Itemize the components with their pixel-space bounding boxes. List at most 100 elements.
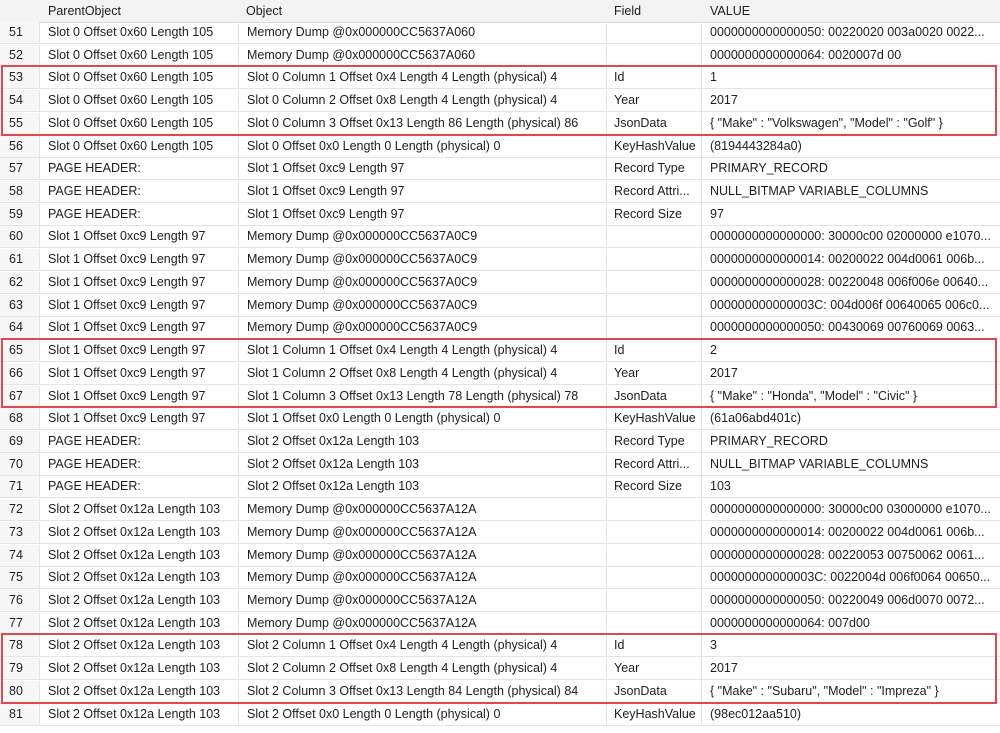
- column-header-object[interactable]: Object: [246, 4, 282, 18]
- object-cell[interactable]: Slot 0 Column 2 Offset 0x8 Length 4 Leng…: [239, 90, 607, 112]
- table-row[interactable]: 77 Slot 2 Offset 0x12a Length 103 Memory D…: [0, 612, 1000, 635]
- object-cell[interactable]: Slot 0 Offset 0x0 Length 0 Length (physi…: [239, 135, 607, 157]
- table-row[interactable]: 73 Slot 2 Offset 0x12a Length 103 Memory D…: [0, 521, 1000, 544]
- table-row[interactable]: 52 Slot 0 Offset 0x60 Length 105 Memory Du…: [0, 44, 1000, 67]
- object-cell[interactable]: Slot 1 Offset 0xc9 Length 97: [239, 181, 607, 203]
- row-number-cell[interactable]: 72: [0, 499, 40, 521]
- value-cell[interactable]: { "Make" : "Volkswagen", "Model" : "Golf…: [702, 113, 992, 134]
- object-cell[interactable]: Memory Dump @0x000000CC5637A060: [239, 44, 607, 66]
- field-cell[interactable]: KeyHashValue: [607, 408, 702, 430]
- parentobject-cell[interactable]: PAGE HEADER:: [40, 453, 239, 475]
- row-number-cell[interactable]: 79: [0, 658, 40, 680]
- value-cell[interactable]: (61a06abd401c): [702, 408, 992, 429]
- parentobject-cell[interactable]: Slot 1 Offset 0xc9 Length 97: [40, 271, 239, 293]
- parentobject-cell[interactable]: PAGE HEADER:: [40, 181, 239, 203]
- row-number-cell[interactable]: 61: [0, 249, 40, 271]
- table-row[interactable]: 51 Slot 0 Offset 0x60 Length 105 Memory Du…: [0, 22, 1000, 44]
- object-cell[interactable]: Slot 2 Column 2 Offset 0x8 Length 4 Leng…: [239, 658, 607, 680]
- row-number-cell[interactable]: 70: [0, 453, 40, 475]
- value-cell[interactable]: 2: [702, 340, 992, 361]
- field-cell[interactable]: [607, 294, 702, 316]
- parentobject-cell[interactable]: Slot 0 Offset 0x60 Length 105: [40, 22, 239, 43]
- object-cell[interactable]: Slot 2 Offset 0x12a Length 103: [239, 453, 607, 475]
- object-cell[interactable]: Slot 2 Column 3 Offset 0x13 Length 84 Le…: [239, 680, 607, 702]
- parentobject-cell[interactable]: Slot 2 Offset 0x12a Length 103: [40, 499, 239, 521]
- value-cell[interactable]: 2017: [702, 658, 992, 679]
- parentobject-cell[interactable]: PAGE HEADER:: [40, 158, 239, 180]
- row-number-cell[interactable]: 51: [0, 22, 40, 43]
- field-cell[interactable]: Record Type: [607, 430, 702, 452]
- parentobject-cell[interactable]: Slot 2 Offset 0x12a Length 103: [40, 544, 239, 566]
- object-cell[interactable]: Memory Dump @0x000000CC5637A12A: [239, 567, 607, 589]
- row-number-cell[interactable]: 53: [0, 67, 40, 89]
- row-number-cell[interactable]: 67: [0, 385, 40, 407]
- field-cell[interactable]: [607, 567, 702, 589]
- parentobject-cell[interactable]: Slot 1 Offset 0xc9 Length 97: [40, 385, 239, 407]
- row-number-cell[interactable]: 55: [0, 112, 40, 134]
- parentobject-cell[interactable]: Slot 0 Offset 0x60 Length 105: [40, 112, 239, 134]
- table-row[interactable]: 69 PAGE HEADER: Slot 2 Offset 0x12a Length…: [0, 430, 1000, 453]
- table-row[interactable]: 74 Slot 2 Offset 0x12a Length 103 Memory D…: [0, 544, 1000, 567]
- parentobject-cell[interactable]: Slot 1 Offset 0xc9 Length 97: [40, 294, 239, 316]
- field-cell[interactable]: Year: [607, 658, 702, 680]
- object-cell[interactable]: Slot 2 Offset 0x12a Length 103: [239, 476, 607, 498]
- column-header-field[interactable]: Field: [614, 4, 641, 18]
- field-cell[interactable]: Record Type: [607, 158, 702, 180]
- table-row[interactable]: 72 Slot 2 Offset 0x12a Length 103 Memory D…: [0, 499, 1000, 522]
- object-cell[interactable]: Memory Dump @0x000000CC5637A12A: [239, 499, 607, 521]
- table-row[interactable]: 60 Slot 1 Offset 0xc9 Length 97 Memory Dum…: [0, 226, 1000, 249]
- field-cell[interactable]: Record Size: [607, 203, 702, 225]
- value-cell[interactable]: 0000000000000028: 00220048 006f006e 0064…: [702, 272, 992, 293]
- object-cell[interactable]: Memory Dump @0x000000CC5637A0C9: [239, 249, 607, 271]
- value-cell[interactable]: 0000000000000050: 00220020 003a0020 0022…: [702, 22, 992, 43]
- table-row[interactable]: 57 PAGE HEADER: Slot 1 Offset 0xc9 Length …: [0, 158, 1000, 181]
- value-cell[interactable]: { "Make" : "Subaru", "Model" : "Impreza"…: [702, 681, 992, 702]
- row-number-cell[interactable]: 76: [0, 590, 40, 611]
- object-cell[interactable]: Memory Dump @0x000000CC5637A12A: [239, 590, 607, 611]
- table-row[interactable]: 66 Slot 1 Offset 0xc9 Length 97 Slot 1 Col…: [0, 362, 1000, 385]
- parentobject-cell[interactable]: Slot 2 Offset 0x12a Length 103: [40, 635, 239, 657]
- field-cell[interactable]: JsonData: [607, 112, 702, 134]
- value-cell[interactable]: 0000000000000050: 00430069 00760069 0063…: [702, 317, 992, 338]
- value-cell[interactable]: 3: [702, 635, 992, 656]
- value-cell[interactable]: PRIMARY_RECORD: [702, 431, 992, 452]
- object-cell[interactable]: Memory Dump @0x000000CC5637A12A: [239, 544, 607, 566]
- value-cell[interactable]: 0000000000000050: 00220049 006d0070 0072…: [702, 590, 992, 611]
- table-row[interactable]: 56 Slot 0 Offset 0x60 Length 105 Slot 0 Of…: [0, 135, 1000, 158]
- table-row[interactable]: 55 Slot 0 Offset 0x60 Length 105 Slot 0 Co…: [0, 112, 1000, 135]
- field-cell[interactable]: Record Attri...: [607, 181, 702, 203]
- object-cell[interactable]: Memory Dump @0x000000CC5637A0C9: [239, 271, 607, 293]
- value-cell[interactable]: 0000000000000064: 007d00: [702, 613, 992, 634]
- row-number-cell[interactable]: 56: [0, 135, 40, 157]
- table-row[interactable]: 67 Slot 1 Offset 0xc9 Length 97 Slot 1 Col…: [0, 385, 1000, 408]
- object-cell[interactable]: Slot 2 Column 1 Offset 0x4 Length 4 Leng…: [239, 635, 607, 657]
- table-row[interactable]: 71 PAGE HEADER: Slot 2 Offset 0x12a Length…: [0, 476, 1000, 499]
- object-cell[interactable]: Slot 1 Column 3 Offset 0x13 Length 78 Le…: [239, 385, 607, 407]
- row-number-cell[interactable]: 73: [0, 521, 40, 543]
- object-cell[interactable]: Slot 0 Column 3 Offset 0x13 Length 86 Le…: [239, 112, 607, 134]
- field-cell[interactable]: KeyHashValue: [607, 703, 702, 725]
- table-row[interactable]: 54 Slot 0 Offset 0x60 Length 105 Slot 0 Co…: [0, 90, 1000, 113]
- row-number-cell[interactable]: 64: [0, 317, 40, 339]
- column-header-parentobject[interactable]: ParentObject: [48, 4, 121, 18]
- row-number-cell[interactable]: 75: [0, 567, 40, 589]
- object-cell[interactable]: Memory Dump @0x000000CC5637A0C9: [239, 317, 607, 339]
- value-cell[interactable]: NULL_BITMAP VARIABLE_COLUMNS: [702, 181, 992, 202]
- value-cell[interactable]: 000000000000003C: 004d006f 00640065 006c…: [702, 295, 992, 316]
- row-number-cell[interactable]: 59: [0, 203, 40, 225]
- field-cell[interactable]: [607, 521, 702, 543]
- parentobject-cell[interactable]: Slot 2 Offset 0x12a Length 103: [40, 590, 239, 611]
- object-cell[interactable]: Slot 2 Offset 0x0 Length 0 Length (physi…: [239, 703, 607, 725]
- object-cell[interactable]: Memory Dump @0x000000CC5637A0C9: [239, 226, 607, 248]
- parentobject-cell[interactable]: Slot 1 Offset 0xc9 Length 97: [40, 226, 239, 248]
- object-cell[interactable]: Slot 1 Offset 0x0 Length 0 Length (physi…: [239, 408, 607, 430]
- row-number-cell[interactable]: 69: [0, 430, 40, 452]
- parentobject-cell[interactable]: Slot 2 Offset 0x12a Length 103: [40, 680, 239, 702]
- parentobject-cell[interactable]: Slot 2 Offset 0x12a Length 103: [40, 658, 239, 680]
- row-number-cell[interactable]: 71: [0, 476, 40, 498]
- field-cell[interactable]: [607, 317, 702, 339]
- field-cell[interactable]: [607, 271, 702, 293]
- parentobject-cell[interactable]: PAGE HEADER:: [40, 430, 239, 452]
- field-cell[interactable]: Id: [607, 340, 702, 362]
- object-cell[interactable]: Slot 1 Column 1 Offset 0x4 Length 4 Leng…: [239, 340, 607, 362]
